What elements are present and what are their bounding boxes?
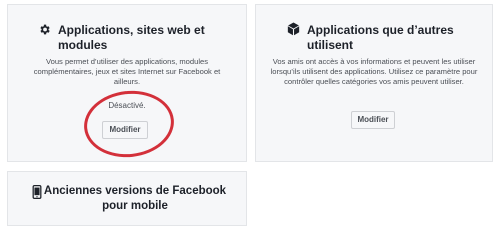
edit-others-apps-button[interactable]: Modifier bbox=[351, 111, 395, 129]
card-title: Applications que d’autres utilisent bbox=[307, 23, 454, 52]
card-title: Applications, sites web et modules bbox=[58, 23, 205, 52]
card-description: Vous permet d’utiliser des applications,… bbox=[33, 57, 221, 86]
gear-icon bbox=[40, 24, 50, 35]
old-mobile-versions-card[interactable]: Anciennes versions de Facebook pour mobi… bbox=[7, 171, 247, 226]
apps-others-use-card: Applications que d’autres utilisent Vos … bbox=[255, 4, 493, 162]
red-annotation-circle bbox=[80, 86, 178, 162]
card-description: Vos amis ont accès à vos informations et… bbox=[270, 57, 478, 86]
card-title: Anciennes versions de Facebook pour mobi… bbox=[43, 185, 227, 212]
box-icon bbox=[287, 22, 300, 36]
apps-websites-plugins-card: Applications, sites web et modules Vous … bbox=[7, 4, 247, 162]
